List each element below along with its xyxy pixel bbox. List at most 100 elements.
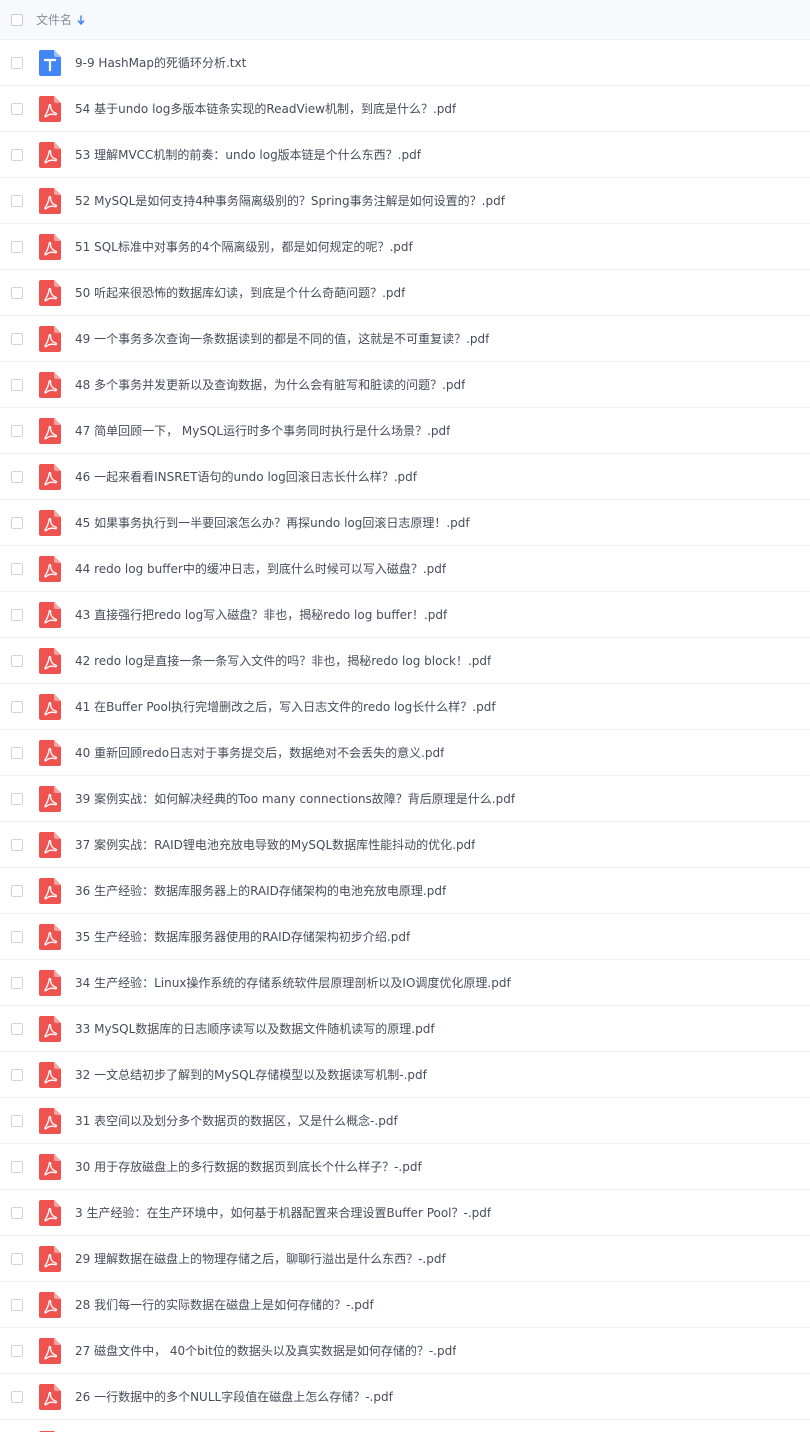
- row-checkbox[interactable]: [11, 884, 23, 897]
- row-checkbox[interactable]: [11, 792, 23, 805]
- filename-column-header[interactable]: 文件名: [36, 11, 72, 28]
- list-item[interactable]: 41 在Buffer Pool执行完增删改之后，写入日志文件的redo log长…: [0, 684, 810, 730]
- file-name[interactable]: 49 一个事务多次查询一条数据读到的都是不同的值，这就是不可重复读？.pdf: [75, 330, 489, 347]
- file-name[interactable]: 50 听起来很恐怖的数据库幻读，到底是个什么奇葩问题？.pdf: [75, 284, 405, 301]
- row-checkbox[interactable]: [11, 194, 23, 207]
- pdf-file-icon: [39, 923, 61, 950]
- pdf-file-icon: [39, 1291, 61, 1318]
- row-checkbox[interactable]: [11, 1390, 23, 1403]
- list-header: 文件名: [0, 0, 810, 40]
- file-name[interactable]: 33 MySQL数据库的日志顺序读写以及数据文件随机读写的原理.pdf: [75, 1020, 435, 1037]
- file-name[interactable]: 43 直接强行把redo log写入磁盘？非也，揭秘redo log buffe…: [75, 606, 447, 623]
- list-item[interactable]: 48 多个事务并发更新以及查询数据，为什么会有脏写和脏读的问题？.pdf: [0, 362, 810, 408]
- list-item[interactable]: 27 磁盘文件中， 40个bit位的数据头以及真实数据是如何存储的？-.pdf: [0, 1328, 810, 1374]
- row-checkbox[interactable]: [11, 608, 23, 621]
- row-checkbox[interactable]: [11, 1344, 23, 1357]
- row-checkbox[interactable]: [11, 148, 23, 161]
- file-name[interactable]: 39 案例实战：如何解决经典的Too many connections故障？背后…: [75, 790, 515, 807]
- list-item[interactable]: 31 表空间以及划分多个数据页的数据区，又是什么概念-.pdf: [0, 1098, 810, 1144]
- list-item[interactable]: 30 用于存放磁盘上的多行数据的数据页到底长个什么样子？-.pdf: [0, 1144, 810, 1190]
- file-name[interactable]: 54 基于undo log多版本链条实现的ReadView机制，到底是什么？.p…: [75, 100, 456, 117]
- list-item[interactable]: 34 生产经验：Linux操作系统的存储系统软件层原理剖析以及IO调度优化原理.…: [0, 960, 810, 1006]
- arrow-down-icon[interactable]: [77, 15, 85, 25]
- list-item[interactable]: 32 一文总结初步了解到的MySQL存储模型以及数据读写机制-.pdf: [0, 1052, 810, 1098]
- row-checkbox[interactable]: [11, 56, 23, 69]
- file-name[interactable]: 46 一起来看看INSRET语句的undo log回滚日志长什么样？.pdf: [75, 468, 417, 485]
- list-item[interactable]: 53 理解MVCC机制的前奏：undo log版本链是个什么东西？.pdf: [0, 132, 810, 178]
- file-name[interactable]: 31 表空间以及划分多个数据页的数据区，又是什么概念-.pdf: [75, 1112, 398, 1129]
- row-checkbox[interactable]: [11, 746, 23, 759]
- list-item[interactable]: 35 生产经验：数据库服务器使用的RAID存储架构初步介绍.pdf: [0, 914, 810, 960]
- row-checkbox[interactable]: [11, 470, 23, 483]
- list-item[interactable]: 29 理解数据在磁盘上的物理存储之后，聊聊行溢出是什么东西？-.pdf: [0, 1236, 810, 1282]
- file-name[interactable]: 29 理解数据在磁盘上的物理存储之后，聊聊行溢出是什么东西？-.pdf: [75, 1250, 446, 1267]
- file-name[interactable]: 34 生产经验：Linux操作系统的存储系统软件层原理剖析以及IO调度优化原理.…: [75, 974, 511, 991]
- row-checkbox[interactable]: [11, 332, 23, 345]
- list-item[interactable]: 46 一起来看看INSRET语句的undo log回滚日志长什么样？.pdf: [0, 454, 810, 500]
- list-item[interactable]: 9-9 HashMap的死循环分析.txt: [0, 40, 810, 86]
- row-checkbox[interactable]: [11, 424, 23, 437]
- row-checkbox[interactable]: [11, 1298, 23, 1311]
- row-checkbox[interactable]: [11, 378, 23, 391]
- row-checkbox[interactable]: [11, 838, 23, 851]
- row-checkbox[interactable]: [11, 516, 23, 529]
- list-item[interactable]: 50 听起来很恐怖的数据库幻读，到底是个什么奇葩问题？.pdf: [0, 270, 810, 316]
- file-name[interactable]: 37 案例实战：RAID锂电池充放电导致的MySQL数据库性能抖动的优化.pdf: [75, 836, 475, 853]
- file-name[interactable]: 40 重新回顾redo日志对于事务提交后，数据绝对不会丢失的意义.pdf: [75, 744, 444, 761]
- row-checkbox[interactable]: [11, 286, 23, 299]
- file-name[interactable]: 47 简单回顾一下， MySQL运行时多个事务同时执行是什么场景？.pdf: [75, 422, 450, 439]
- file-name[interactable]: 41 在Buffer Pool执行完增删改之后，写入日志文件的redo log长…: [75, 698, 496, 715]
- row-checkbox[interactable]: [11, 976, 23, 989]
- list-item[interactable]: [0, 1420, 810, 1432]
- row-checkbox[interactable]: [11, 930, 23, 943]
- list-item[interactable]: 3 生产经验：在生产环境中，如何基于机器配置来合理设置Buffer Pool？-…: [0, 1190, 810, 1236]
- list-item[interactable]: 39 案例实战：如何解决经典的Too many connections故障？背后…: [0, 776, 810, 822]
- list-item[interactable]: 28 我们每一行的实际数据在磁盘上是如何存储的？-.pdf: [0, 1282, 810, 1328]
- row-checkbox[interactable]: [11, 1160, 23, 1173]
- list-item[interactable]: 42 redo log是直接一条一条写入文件的吗？非也，揭秘redo log b…: [0, 638, 810, 684]
- row-checkbox[interactable]: [11, 562, 23, 575]
- list-item[interactable]: 52 MySQL是如何支持4种事务隔离级别的？Spring事务注解是如何设置的？…: [0, 178, 810, 224]
- row-checkbox[interactable]: [11, 1022, 23, 1035]
- list-item[interactable]: 44 redo log buffer中的缓冲日志，到底什么时候可以写入磁盘？.p…: [0, 546, 810, 592]
- pdf-file-icon: [39, 693, 61, 720]
- row-checkbox[interactable]: [11, 240, 23, 253]
- row-checkbox[interactable]: [11, 654, 23, 667]
- file-name[interactable]: 35 生产经验：数据库服务器使用的RAID存储架构初步介绍.pdf: [75, 928, 410, 945]
- file-name[interactable]: 36 生产经验：数据库服务器上的RAID存储架构的电池充放电原理.pdf: [75, 882, 446, 899]
- file-name[interactable]: 32 一文总结初步了解到的MySQL存储模型以及数据读写机制-.pdf: [75, 1066, 427, 1083]
- file-name[interactable]: 53 理解MVCC机制的前奏：undo log版本链是个什么东西？.pdf: [75, 146, 421, 163]
- row-checkbox[interactable]: [11, 1252, 23, 1265]
- list-item[interactable]: 43 直接强行把redo log写入磁盘？非也，揭秘redo log buffe…: [0, 592, 810, 638]
- list-item[interactable]: 33 MySQL数据库的日志顺序读写以及数据文件随机读写的原理.pdf: [0, 1006, 810, 1052]
- row-checkbox[interactable]: [11, 1114, 23, 1127]
- file-name[interactable]: 44 redo log buffer中的缓冲日志，到底什么时候可以写入磁盘？.p…: [75, 560, 446, 577]
- row-checkbox[interactable]: [11, 1068, 23, 1081]
- file-name[interactable]: 48 多个事务并发更新以及查询数据，为什么会有脏写和脏读的问题？.pdf: [75, 376, 465, 393]
- row-checkbox[interactable]: [11, 102, 23, 115]
- file-name[interactable]: 3 生产经验：在生产环境中，如何基于机器配置来合理设置Buffer Pool？-…: [75, 1204, 491, 1221]
- list-item[interactable]: 36 生产经验：数据库服务器上的RAID存储架构的电池充放电原理.pdf: [0, 868, 810, 914]
- row-checkbox[interactable]: [11, 1206, 23, 1219]
- pdf-file-icon: [39, 233, 61, 260]
- file-name[interactable]: 27 磁盘文件中， 40个bit位的数据头以及真实数据是如何存储的？-.pdf: [75, 1342, 456, 1359]
- file-name[interactable]: 51 SQL标准中对事务的4个隔离级别，都是如何规定的呢？.pdf: [75, 238, 413, 255]
- file-name[interactable]: 45 如果事务执行到一半要回滚怎么办？再探undo log回滚日志原理！.pdf: [75, 514, 470, 531]
- file-name[interactable]: 30 用于存放磁盘上的多行数据的数据页到底长个什么样子？-.pdf: [75, 1158, 422, 1175]
- file-name[interactable]: 9-9 HashMap的死循环分析.txt: [75, 54, 246, 71]
- list-item[interactable]: 45 如果事务执行到一半要回滚怎么办？再探undo log回滚日志原理！.pdf: [0, 500, 810, 546]
- select-all-checkbox[interactable]: [11, 13, 23, 26]
- list-item[interactable]: 40 重新回顾redo日志对于事务提交后，数据绝对不会丢失的意义.pdf: [0, 730, 810, 776]
- list-item[interactable]: 51 SQL标准中对事务的4个隔离级别，都是如何规定的呢？.pdf: [0, 224, 810, 270]
- list-item[interactable]: 47 简单回顾一下， MySQL运行时多个事务同时执行是什么场景？.pdf: [0, 408, 810, 454]
- file-name[interactable]: 52 MySQL是如何支持4种事务隔离级别的？Spring事务注解是如何设置的？…: [75, 192, 505, 209]
- list-item[interactable]: 49 一个事务多次查询一条数据读到的都是不同的值，这就是不可重复读？.pdf: [0, 316, 810, 362]
- list-item[interactable]: 37 案例实战：RAID锂电池充放电导致的MySQL数据库性能抖动的优化.pdf: [0, 822, 810, 868]
- file-name[interactable]: 26 一行数据中的多个NULL字段值在磁盘上怎么存储？-.pdf: [75, 1388, 393, 1405]
- row-checkbox[interactable]: [11, 700, 23, 713]
- list-item[interactable]: 54 基于undo log多版本链条实现的ReadView机制，到底是什么？.p…: [0, 86, 810, 132]
- file-name[interactable]: 42 redo log是直接一条一条写入文件的吗？非也，揭秘redo log b…: [75, 652, 491, 669]
- list-item[interactable]: 26 一行数据中的多个NULL字段值在磁盘上怎么存储？-.pdf: [0, 1374, 810, 1420]
- file-name[interactable]: 28 我们每一行的实际数据在磁盘上是如何存储的？-.pdf: [75, 1296, 374, 1313]
- pdf-file-icon: [39, 1337, 61, 1364]
